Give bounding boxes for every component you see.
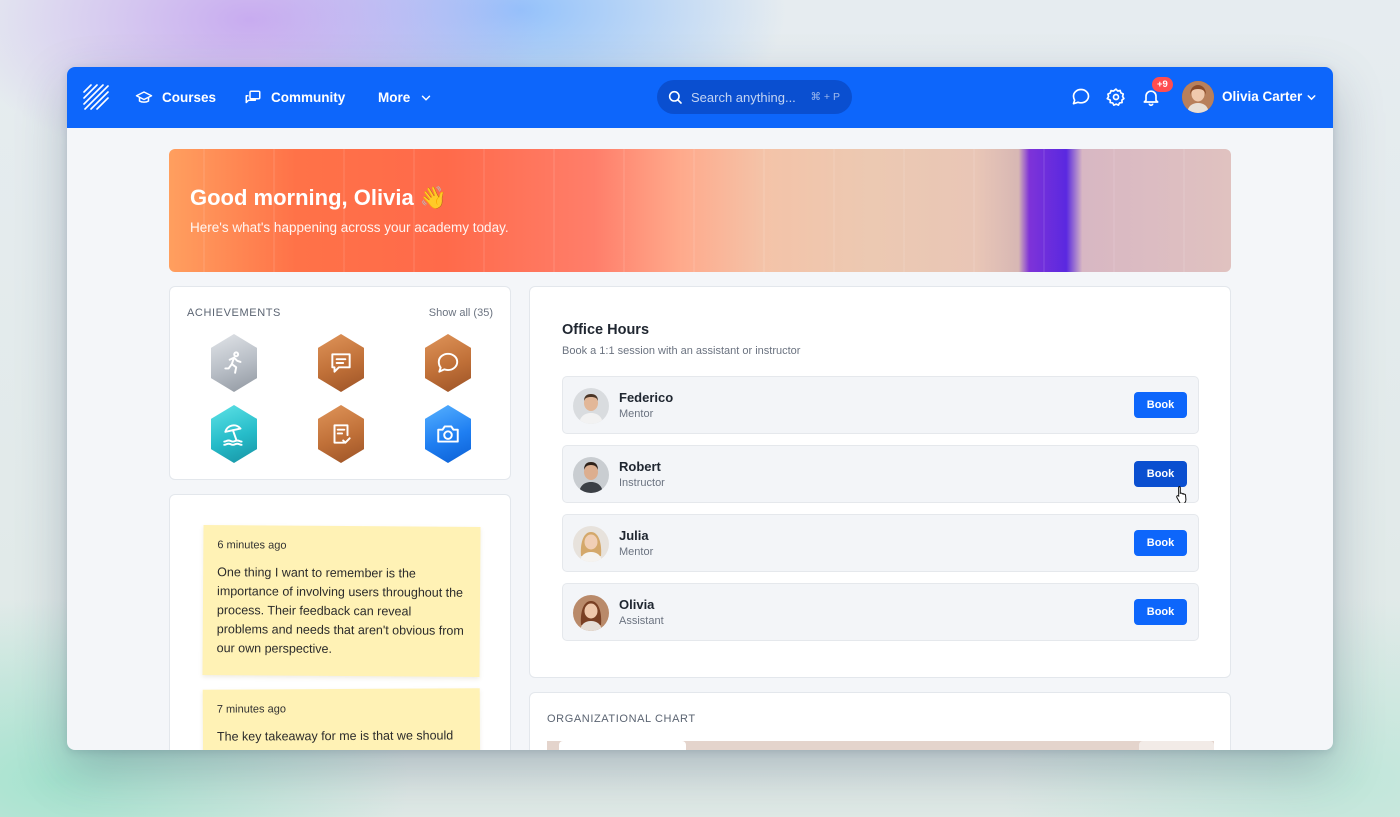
search-shortcut: ⌘ + P (810, 91, 840, 103)
person-avatar (573, 457, 609, 493)
sticky-note[interactable]: 6 minutes ago One thing I want to rememb… (202, 525, 481, 677)
chevron-down-icon[interactable] (1305, 91, 1318, 104)
nav-courses[interactable]: Courses (135, 67, 216, 128)
org-chart-card: ORGANIZATIONAL CHART (529, 692, 1231, 750)
book-button[interactable]: Book (1134, 392, 1187, 418)
book-button[interactable]: Book (1134, 530, 1187, 556)
welcome-banner: Good morning, Olivia 👋 Here's what's hap… (169, 149, 1231, 272)
achievements-title: ACHIEVEMENTS (187, 307, 281, 319)
search-input[interactable]: Search anything... ⌘ + P (657, 80, 852, 114)
checklist-icon (333, 424, 351, 444)
person-avatar (573, 388, 609, 424)
avatar-portrait (1182, 81, 1214, 113)
note-text: One thing I want to remember is the impo… (216, 565, 464, 656)
person-role: Assistant (619, 615, 664, 627)
search-placeholder: Search anything... (691, 89, 796, 105)
person-name: Federico (619, 390, 674, 405)
person-role: Instructor (619, 477, 665, 489)
top-navigation-bar: Courses Community More Search anything..… (67, 67, 1333, 128)
achievement-badge-chat[interactable] (425, 334, 471, 392)
office-hours-title: Office Hours (562, 322, 650, 338)
app-window: Courses Community More Search anything..… (67, 67, 1333, 750)
logo-icon[interactable] (83, 84, 109, 110)
achievement-badge-beach[interactable] (211, 405, 257, 463)
camera-icon (437, 425, 459, 443)
person-row-julia: Julia Mentor Book (562, 514, 1199, 572)
org-chart-node (559, 741, 686, 750)
achievements-card: ACHIEVEMENTS Show all (35) (169, 286, 511, 480)
office-hours-card: Office Hours Book a 1:1 session with an … (529, 286, 1231, 678)
achievement-badge-message[interactable] (318, 334, 364, 392)
banner-subtitle: Here's what's happening across your acad… (190, 220, 509, 235)
note-timestamp: 6 minutes ago (217, 539, 287, 552)
achievement-badge-checklist[interactable] (318, 405, 364, 463)
hand-pointer-cursor-icon (1176, 486, 1187, 503)
org-chart-node (1139, 741, 1214, 750)
banner-greeting: Good morning, Olivia 👋 (190, 185, 448, 210)
notification-badge: +9 (1152, 77, 1173, 92)
gear-icon[interactable] (1106, 87, 1126, 107)
achievement-badge-runner[interactable] (211, 334, 257, 392)
person-row-olivia: Olivia Assistant Book (562, 583, 1199, 641)
book-button[interactable]: Book (1134, 461, 1187, 487)
org-chart-preview[interactable] (547, 741, 1214, 750)
notes-card: 6 minutes ago One thing I want to rememb… (169, 494, 511, 750)
chevron-down-icon (422, 95, 431, 101)
nav-more-label: More (378, 90, 411, 105)
chat-bubble-icon (437, 352, 459, 373)
book-button[interactable]: Book (1134, 599, 1187, 625)
search-icon (668, 90, 682, 104)
message-icon (331, 353, 351, 373)
nav-community[interactable]: Community (244, 67, 345, 128)
runner-icon (224, 351, 242, 374)
user-avatar[interactable] (1182, 81, 1214, 113)
graduation-cap-icon (135, 90, 153, 103)
nav-more[interactable]: More (378, 67, 433, 128)
nav-courses-label: Courses (162, 90, 217, 105)
person-role: Mentor (619, 546, 654, 558)
messages-icon[interactable] (1071, 87, 1091, 107)
beach-umbrella-icon (223, 424, 243, 446)
person-row-robert: Robert Instructor Book (562, 445, 1199, 503)
office-hours-subtitle: Book a 1:1 session with an assistant or … (562, 345, 801, 357)
note-timestamp: 7 minutes ago (216, 703, 286, 716)
org-chart-title: ORGANIZATIONAL CHART (547, 713, 696, 725)
person-role: Mentor (619, 408, 654, 420)
community-chat-icon (245, 90, 261, 103)
show-all-link[interactable]: Show all (35) (429, 307, 493, 319)
note-text: The key takeaway for me is that we shoul… (216, 728, 454, 744)
sticky-note[interactable]: 7 minutes ago The key takeaway for me is… (202, 688, 481, 750)
person-row-federico: Federico Mentor Book (562, 376, 1199, 434)
user-name[interactable]: Olivia Carter (1222, 89, 1302, 104)
nav-community-label: Community (271, 90, 346, 105)
person-avatar (573, 526, 609, 562)
person-name: Robert (619, 459, 661, 474)
person-avatar (573, 595, 609, 631)
person-name: Olivia (619, 597, 655, 612)
achievement-badge-camera[interactable] (425, 405, 471, 463)
person-name: Julia (619, 528, 649, 543)
